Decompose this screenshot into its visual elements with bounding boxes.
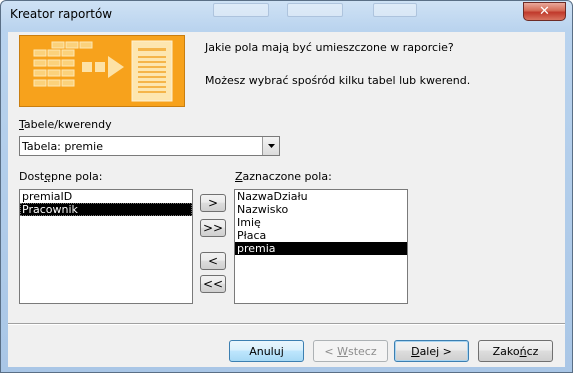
tables-dropdown-button[interactable] bbox=[262, 137, 279, 155]
chevron-down-icon bbox=[267, 144, 275, 148]
remove-field-label: < bbox=[207, 254, 219, 268]
title-bar[interactable]: Kreator raportów ✕ bbox=[1, 1, 572, 31]
back-label-mnemonic: W bbox=[337, 344, 348, 358]
available-label-post: pne pola: bbox=[51, 170, 103, 183]
finish-label-pre: Zako bbox=[492, 344, 520, 358]
list-item[interactable]: Nazwisko bbox=[235, 203, 407, 216]
list-item[interactable]: Imię bbox=[235, 216, 407, 229]
back-button[interactable]: < Wstecz bbox=[313, 340, 388, 362]
available-label-pre: Dost bbox=[19, 170, 45, 183]
add-all-fields-label: >> bbox=[202, 221, 224, 235]
tables-label-text: abele/kwerendy bbox=[23, 118, 112, 131]
selected-label-text: aznaczone pola: bbox=[242, 170, 332, 183]
remove-field-button[interactable]: < bbox=[200, 252, 226, 270]
cancel-button[interactable]: Anuluj bbox=[229, 340, 304, 362]
wizard-question: Jakie pola mają być umieszczone w raporc… bbox=[205, 41, 454, 54]
next-label: Dalej > bbox=[411, 345, 452, 358]
tables-label: Tabele/kwerendy bbox=[19, 118, 112, 131]
background-tab bbox=[287, 3, 343, 17]
finish-button[interactable]: Zakończ bbox=[478, 340, 553, 362]
list-item[interactable]: premiaID bbox=[20, 190, 192, 203]
next-label-post: alej > bbox=[419, 344, 452, 358]
next-button[interactable]: Dalej > bbox=[394, 340, 469, 362]
window-title: Kreator raportów bbox=[10, 7, 113, 21]
report-wizard-illustration-icon bbox=[19, 35, 185, 107]
selected-fields-list[interactable]: NazwaDziału Nazwisko Imię Płaca premia bbox=[234, 189, 408, 304]
footer-divider bbox=[8, 323, 565, 325]
selected-fields-label: Zaznaczone pola: bbox=[235, 170, 332, 183]
available-fields-label: Dostępne pola: bbox=[19, 170, 102, 183]
back-label-post: stecz bbox=[347, 344, 377, 358]
remove-all-fields-label: << bbox=[202, 277, 224, 291]
add-field-button[interactable]: > bbox=[200, 194, 226, 212]
tables-combobox-value: Tabela: premie bbox=[22, 140, 103, 153]
tables-combobox[interactable]: Tabela: premie bbox=[19, 136, 280, 156]
dialog-body: Jakie pola mają być umieszczone w raporc… bbox=[8, 32, 565, 367]
close-icon: ✕ bbox=[539, 4, 550, 19]
list-item[interactable]: Płaca bbox=[235, 229, 407, 242]
list-item[interactable]: premia bbox=[235, 242, 407, 255]
finish-label: Zakończ bbox=[493, 345, 539, 358]
back-label: < Wstecz bbox=[324, 345, 376, 358]
available-label-mnemonic: ę bbox=[44, 170, 52, 183]
cancel-label: Anuluj bbox=[249, 344, 284, 358]
list-item[interactable]: Pracownik bbox=[20, 203, 192, 216]
list-item[interactable]: NazwaDziału bbox=[235, 190, 407, 203]
background-tab bbox=[373, 3, 417, 17]
finish-label-post: cz bbox=[526, 344, 539, 358]
back-label-pre: < bbox=[324, 344, 338, 358]
wizard-hint: Możesz wybrać spośród kilku tabel lub kw… bbox=[205, 74, 471, 87]
add-field-label: > bbox=[207, 196, 219, 210]
available-fields-list[interactable]: premiaID Pracownik bbox=[19, 189, 193, 304]
wizard-window: Kreator raportów ✕ Jakie pola mają być u… bbox=[0, 0, 573, 373]
close-button[interactable]: ✕ bbox=[523, 2, 566, 21]
selected-label-mnemonic: Z bbox=[235, 170, 243, 183]
background-tab bbox=[213, 3, 269, 17]
add-all-fields-button[interactable]: >> bbox=[200, 219, 226, 237]
next-label-mnemonic: D bbox=[411, 344, 420, 358]
finish-label-mnemonic: ń bbox=[519, 344, 527, 358]
remove-all-fields-button[interactable]: << bbox=[200, 275, 226, 293]
